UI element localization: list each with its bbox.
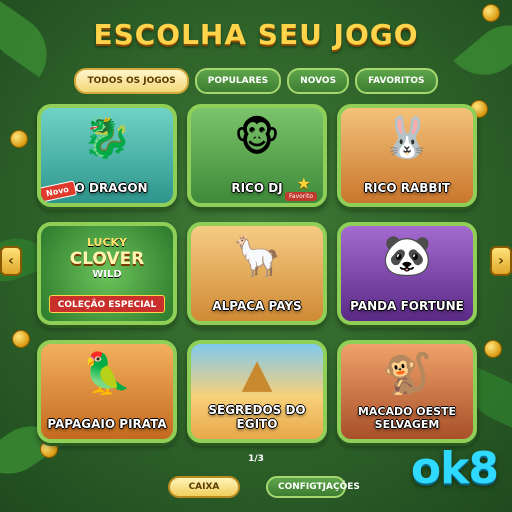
game-grid: 🐉 YO DRAGON Novo 🐵 RICO DJ ★ Favorito 🐰 … [37, 104, 477, 443]
lucky-clover-logo: LUCKY CLOVER WILD [51, 236, 163, 280]
coin-icon [12, 330, 30, 348]
tab-popular[interactable]: POPULARES [194, 68, 282, 94]
game-card-rico-dj[interactable]: 🐵 RICO DJ ★ Favorito [187, 104, 327, 207]
game-card-rico-rabbit[interactable]: 🐰 RICO RABBIT [337, 104, 477, 207]
parrot-icon: 🦜 [82, 351, 132, 397]
game-card-segredos-do-egito[interactable]: ▲ SEGREDOS DO EGITO [187, 340, 327, 443]
special-collection-banner: COLEÇÃO ESPECIAL [49, 295, 165, 313]
alpaca-icon: 🦙 [232, 233, 282, 279]
tab-new[interactable]: NOVOS [287, 68, 350, 94]
game-card-panda-fortune[interactable]: 🐼 PANDA FORTUNE [337, 222, 477, 325]
pyramid-icon: ▲ [241, 351, 273, 397]
game-card-macado-oeste-selvagem[interactable]: 🐒 MACADO OESTE SELVAGEM [337, 340, 477, 443]
game-title: PANDA FORTUNE [350, 299, 464, 313]
page-title: ESCOLHA SEU JOGO [93, 18, 419, 51]
tab-all-games[interactable]: TODOS OS JOGOS [74, 68, 189, 94]
game-title: ALPACA PAYS [212, 299, 302, 313]
logo-line: LUCKY [86, 236, 128, 249]
cashier-button[interactable]: CAIXA [168, 476, 240, 498]
game-card-yo-dragon[interactable]: 🐉 YO DRAGON Novo [37, 104, 177, 207]
favorite-badge: Favorito [285, 192, 317, 201]
settings-button[interactable]: CONFIGTJAÇÕES [266, 476, 360, 498]
prev-page-button[interactable]: ‹ [0, 246, 22, 276]
monkey-dj-icon: 🐵 [233, 115, 281, 161]
brand-logo: ok8 [410, 443, 499, 494]
favorite-star-icon[interactable]: ★ [297, 174, 311, 193]
tab-favorites[interactable]: FAVORITOS [355, 68, 438, 94]
cowboy-monkey-icon: 🐒 [382, 351, 432, 397]
dragon-icon: 🐉 [82, 115, 132, 161]
game-title: MACADO OESTE SELVAGEM [357, 405, 457, 431]
coin-icon [484, 340, 502, 358]
game-card-alpaca-pays[interactable]: 🦙 ALPACA PAYS [187, 222, 327, 325]
logo-line: CLOVER [69, 249, 145, 269]
logo-line: WILD [92, 269, 122, 280]
game-title: SEGREDOS DO EGITO [208, 403, 306, 431]
game-card-papagaio-pirata[interactable]: 🦜 PAPAGAIO PIRATA [37, 340, 177, 443]
game-title: RICO RABBIT [363, 181, 451, 195]
game-title: PAPAGAIO PIRATA [47, 417, 167, 431]
filter-tabs: TODOS OS JOGOS POPULARES NOVOS FAVORITOS [0, 68, 512, 94]
coin-icon [10, 130, 28, 148]
game-card-lucky-clover-wild[interactable]: LUCKY CLOVER WILD COLEÇÃO ESPECIAL [37, 222, 177, 325]
panda-icon: 🐼 [382, 233, 432, 279]
rabbit-icon: 🐰 [382, 115, 432, 161]
next-page-button[interactable]: › [490, 246, 512, 276]
